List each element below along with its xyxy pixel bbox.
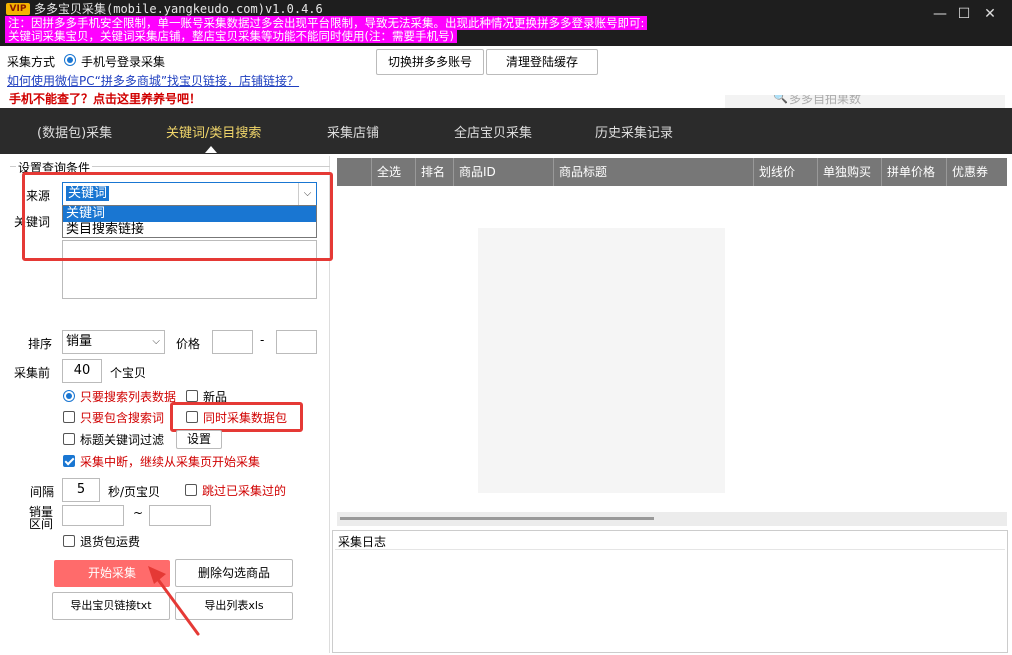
maximize-button[interactable]: ☐ <box>956 6 972 22</box>
tab-packet-collect[interactable]: (数据包)采集 <box>37 122 112 141</box>
skip-collected-checkbox[interactable] <box>185 484 197 496</box>
tab-keyword-search[interactable]: 关键词/类目搜索 <box>166 122 261 141</box>
mode-radio[interactable] <box>64 54 76 66</box>
interval-input[interactable]: 5 <box>62 478 100 502</box>
price-min-input[interactable] <box>212 330 253 354</box>
collect-unit-label: 个宝贝 <box>110 366 147 380</box>
title-filter-label[interactable]: 标题关键词过滤 <box>80 431 164 448</box>
column-single-buy[interactable]: 单独购买 <box>817 158 881 186</box>
annotation-highlight-source <box>22 172 333 261</box>
column-product-title[interactable]: 商品标题 <box>553 158 753 186</box>
filter-settings-button[interactable]: 设置 <box>176 430 222 449</box>
column-coupon[interactable]: 优惠券 <box>946 158 1007 186</box>
column-list-price[interactable]: 划线价 <box>753 158 817 186</box>
sales-tilde: ~ <box>133 506 144 520</box>
empty-placeholder-image <box>478 228 725 493</box>
active-tab-indicator <box>205 146 217 153</box>
contains-keyword-label[interactable]: 只要包含搜索词 <box>80 409 164 426</box>
annotation-arrow-icon <box>148 566 200 636</box>
search-placeholder: 多多自拍果数 <box>789 95 862 106</box>
new-product-checkbox[interactable] <box>186 390 198 402</box>
interval-label: 间隔 <box>30 485 55 499</box>
return-shipping-checkbox[interactable] <box>63 535 75 547</box>
minimize-button[interactable]: — <box>932 6 948 22</box>
notice-line-1: 注：因拼多多手机安全限制，单一账号采集数据过多会出现平台限制，导致无法采集。出现… <box>5 16 648 30</box>
search-box[interactable]: 🔍 多多自拍果数 <box>725 95 1005 108</box>
warning-link[interactable]: 手机不能查了？点击这里养养号吧！ <box>9 90 201 107</box>
tab-bar: (数据包)采集 关键词/类目搜索 采集店铺 全店宝贝采集 历史采集记录 <box>0 108 1012 154</box>
scrollbar-thumb[interactable] <box>340 517 654 520</box>
mode-option-label[interactable]: 手机号登录采集 <box>81 53 165 70</box>
close-button[interactable]: ✕ <box>982 6 998 22</box>
vip-badge: VIP <box>6 3 30 15</box>
switch-account-button[interactable]: 切换拼多多账号 <box>376 49 484 75</box>
log-content[interactable] <box>335 549 1005 633</box>
return-shipping-label[interactable]: 退货包运费 <box>80 533 140 550</box>
log-title: 采集日志 <box>338 535 387 549</box>
sort-select[interactable]: 销量 ⌵ <box>62 330 165 354</box>
chevron-down-icon[interactable]: ⌵ <box>152 331 160 353</box>
column-select-all[interactable]: 全选 <box>371 158 415 186</box>
column-rank[interactable]: 排名 <box>415 158 453 186</box>
sales-min-input[interactable] <box>62 505 124 526</box>
column-blank <box>337 158 371 186</box>
interval-unit-label: 秒/页宝贝 <box>108 485 161 499</box>
price-label: 价格 <box>176 337 201 351</box>
sort-value: 销量 <box>66 334 93 349</box>
annotation-highlight-packet <box>170 402 303 432</box>
search-list-radio[interactable] <box>63 390 75 402</box>
sales-range-label: 销量区间 <box>29 505 54 531</box>
window-title: 多多宝贝采集(mobile.yangkeudo.com)v1.0.4.6 <box>34 2 323 16</box>
skip-collected-label[interactable]: 跳过已采集过的 <box>202 482 286 499</box>
title-filter-checkbox[interactable] <box>63 433 75 445</box>
contains-keyword-checkbox[interactable] <box>63 411 75 423</box>
tab-history[interactable]: 历史采集记录 <box>595 122 673 141</box>
column-group-price[interactable]: 拼单价格 <box>881 158 946 186</box>
tab-full-shop[interactable]: 全店宝贝采集 <box>454 122 532 141</box>
sort-label: 排序 <box>28 337 53 351</box>
resume-checkbox[interactable] <box>63 455 75 467</box>
search-icon: 🔍 <box>773 95 788 104</box>
collect-mode-label: 采集方式 <box>7 55 56 69</box>
column-product-id[interactable]: 商品ID <box>453 158 553 186</box>
resume-label[interactable]: 采集中断，继续从采集页开始采集 <box>80 453 260 470</box>
price-dash: - <box>260 333 265 347</box>
help-link[interactable]: 如何使用微信PC“拼多多商城”找宝贝链接，店铺链接？ <box>7 72 299 89</box>
table-header: 全选 排名 商品ID 商品标题 划线价 单独购买 拼单价格 优惠券 <box>337 158 1007 186</box>
clear-cache-button[interactable]: 清理登陆缓存 <box>486 49 598 75</box>
sales-max-input[interactable] <box>149 505 211 526</box>
price-max-input[interactable] <box>276 330 317 354</box>
collect-count-input[interactable]: 40 <box>62 359 102 383</box>
search-list-label[interactable]: 只要搜索列表数据 <box>80 388 176 405</box>
collect-before-label: 采集前 <box>14 366 51 380</box>
notice-line-2: 关键词采集宝贝，关键词采集店铺，整店宝贝采集等功能不能同时使用(注：需要手机号) <box>5 29 457 43</box>
tab-collect-shop[interactable]: 采集店铺 <box>327 122 379 141</box>
